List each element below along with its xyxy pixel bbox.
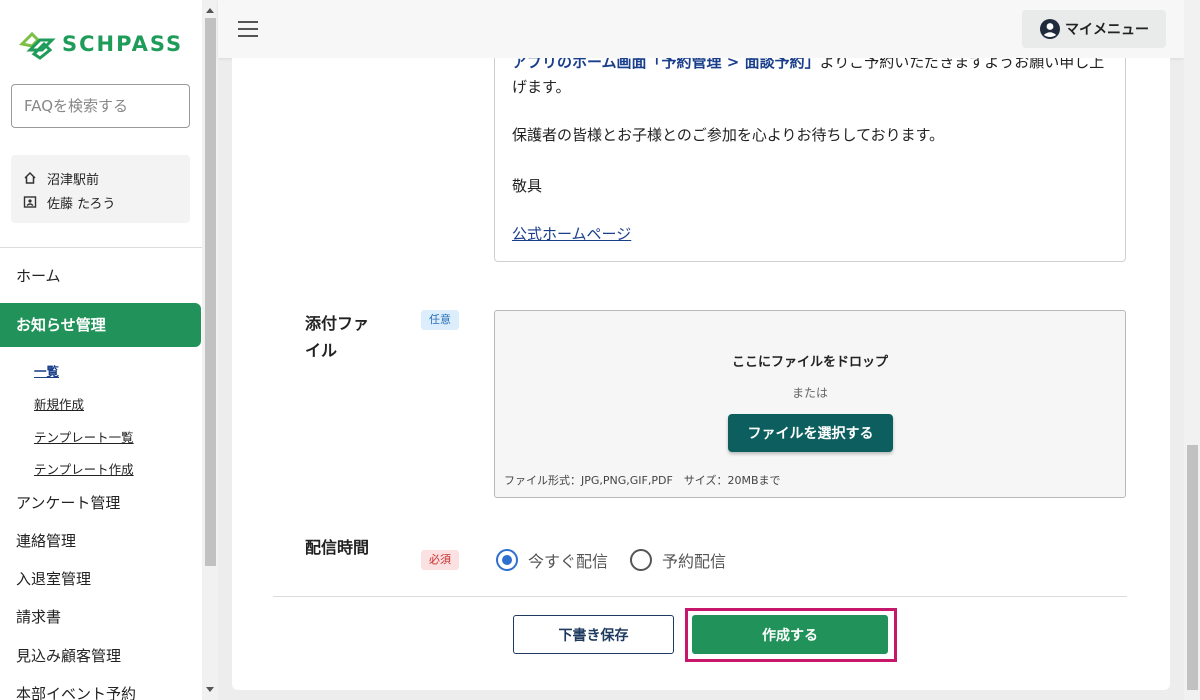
- my-menu-label: マイメニュー: [1065, 22, 1149, 38]
- sidebar-subitem-template-list[interactable]: テンプレート一覧: [34, 427, 134, 446]
- file-format-note: ファイル形式：JPG,PNG,GIF,PDF サイズ：20MBまで: [504, 474, 781, 487]
- official-homepage-link[interactable]: 公式ホームページ: [512, 223, 631, 244]
- radio-schedule[interactable]: [630, 549, 653, 571]
- user-info-box: 沼津駅前 佐藤 たろう: [11, 155, 190, 223]
- sidebar-subitem-template-create[interactable]: テンプレート作成: [34, 459, 134, 478]
- logo-text: SCHPASS: [62, 32, 184, 56]
- sidebar-scroll-thumb[interactable]: [205, 18, 216, 566]
- sidebar-divider: [0, 247, 202, 248]
- drop-title: ここにファイルをドロップ: [731, 355, 888, 370]
- radio-send-now-label[interactable]: 今すぐ配信: [528, 548, 608, 572]
- select-file-button[interactable]: ファイルを選択する: [728, 414, 893, 452]
- scroll-down-arrow-icon[interactable]: [206, 687, 214, 692]
- home-icon: [24, 171, 36, 184]
- sidebar: SCHPASS 沼津駅前 佐藤 たろう ホーム お知らせ管理 一覧 新規作成 テ…: [0, 0, 202, 700]
- scroll-up-arrow-icon[interactable]: [206, 8, 214, 13]
- sidebar-item-prospects[interactable]: 見込み顧客管理: [0, 637, 202, 675]
- sidebar-subitem-new[interactable]: 新規作成: [34, 394, 84, 413]
- sidebar-item-contact[interactable]: 連絡管理: [0, 522, 202, 560]
- school-row: 沼津駅前: [23, 166, 178, 190]
- radio-send-now[interactable]: [496, 549, 518, 571]
- main-content-card: アプリのホーム画面「予約管理 > 面談予約」よりご予約いただきますようお願い申し…: [232, 58, 1170, 690]
- hamburger-menu-icon[interactable]: [238, 21, 258, 37]
- user-name: 佐藤 たろう: [47, 196, 116, 212]
- main-scroll-thumb[interactable]: [1187, 445, 1198, 690]
- message-line-3: 保護者の皆様とお子様とのご参加を心よりお待ちしております。: [512, 126, 945, 144]
- user-badge-icon: [23, 196, 37, 208]
- sidebar-subitem-list[interactable]: 一覧: [34, 361, 59, 380]
- sidebar-item-attendance[interactable]: 入退室管理: [0, 560, 202, 598]
- school-name: 沼津駅前: [47, 172, 100, 188]
- drop-or-text: または: [791, 386, 828, 400]
- optional-badge: 任意: [421, 310, 459, 330]
- user-row: 佐藤 たろう: [23, 190, 178, 214]
- sidebar-item-hq-events[interactable]: 本部イベント予約: [0, 675, 202, 700]
- faq-search-input[interactable]: [11, 84, 190, 128]
- required-badge: 必須: [421, 550, 459, 570]
- radio-schedule-label[interactable]: 予約配信: [662, 548, 726, 572]
- logo-mark-icon: [18, 31, 56, 60]
- delivery-radio-group: 今すぐ配信 予約配信: [496, 548, 748, 572]
- sidebar-scrollbar[interactable]: [202, 0, 218, 700]
- save-draft-button[interactable]: 下書き保存: [513, 615, 674, 654]
- message-line-2: げます。: [512, 78, 571, 96]
- message-line-1: アプリのホーム画面「予約管理 > 面談予約」よりご予約いただきますようお願い申し…: [512, 58, 1112, 74]
- my-menu-button[interactable]: マイメニュー: [1022, 10, 1166, 48]
- file-dropzone[interactable]: ここにファイルをドロップ または ファイルを選択する ファイル形式：JPG,PN…: [494, 310, 1126, 498]
- attachment-label: 添付ファイル: [305, 314, 370, 360]
- sidebar-item-notice-manage[interactable]: お知らせ管理: [0, 303, 201, 347]
- sidebar-item-survey[interactable]: アンケート管理: [0, 484, 202, 522]
- account-circle-icon: [1040, 19, 1060, 39]
- message-app-path: アプリのホーム画面「予約管理 > 面談予約」: [512, 58, 820, 71]
- top-header: マイメニュー: [218, 0, 1184, 58]
- schpass-logo[interactable]: SCHPASS: [18, 28, 183, 60]
- main-scrollbar[interactable]: [1184, 0, 1200, 700]
- form-footer-divider: [273, 596, 1127, 597]
- sidebar-item-home[interactable]: ホーム: [0, 257, 202, 295]
- message-closing: 敬具: [512, 177, 543, 195]
- create-button[interactable]: 作成する: [692, 615, 888, 654]
- message-line-1-suffix: よりご予約いただきますようお願い申し上: [819, 58, 1105, 71]
- sidebar-item-invoice[interactable]: 請求書: [0, 598, 202, 636]
- delivery-time-label: 配信時間: [305, 538, 370, 557]
